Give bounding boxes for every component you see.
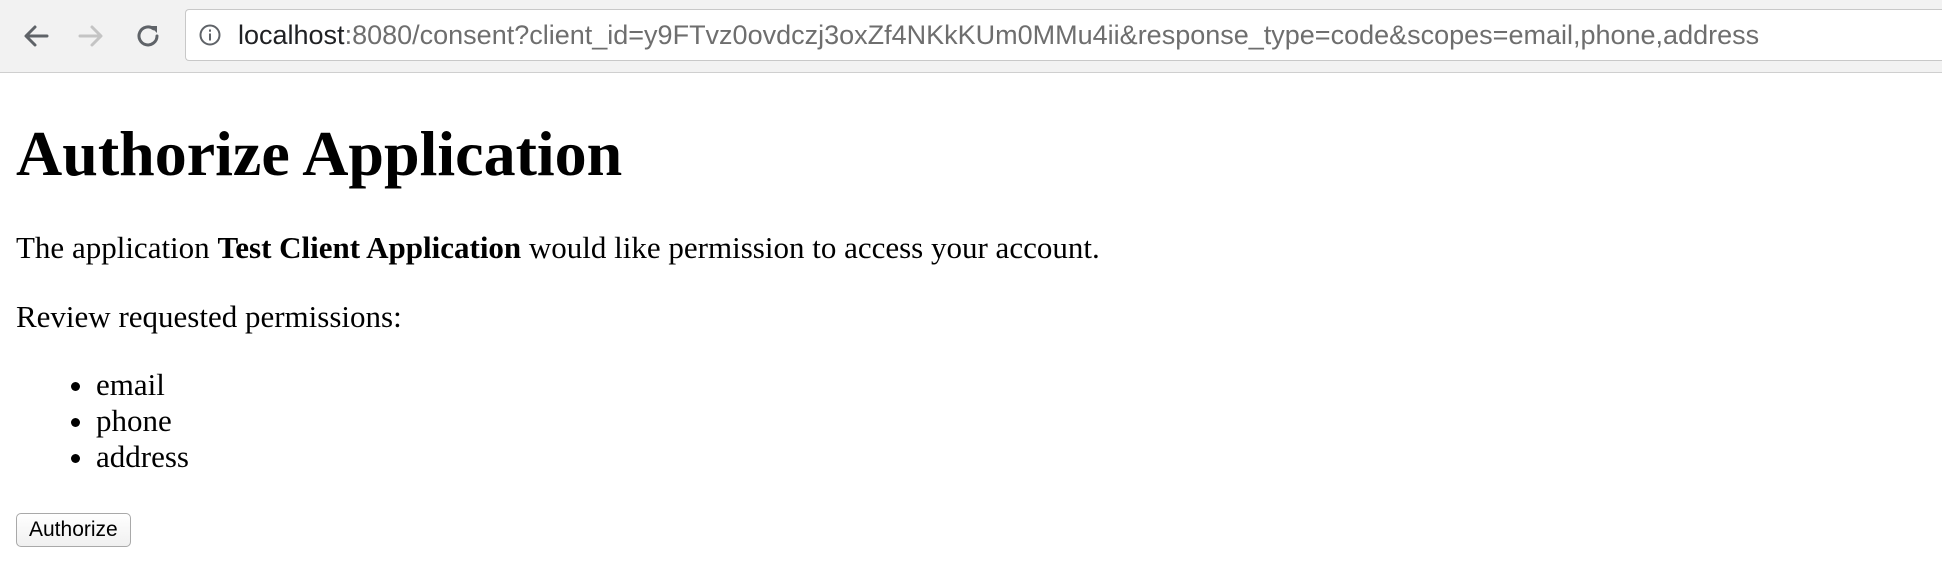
reload-button[interactable]: [129, 17, 167, 55]
url-host: localhost: [238, 20, 345, 50]
permission-item: phone: [96, 403, 189, 439]
permission-item: email: [96, 367, 189, 403]
page-title: Authorize Application: [16, 118, 623, 189]
forward-button[interactable]: [72, 17, 110, 55]
app-name: Test Client Application: [217, 230, 522, 265]
intro-prefix: The application: [16, 230, 218, 265]
permission-list: email phone address: [16, 367, 189, 475]
arrow-left-icon: [24, 25, 49, 47]
review-label: Review requested permissions:: [16, 299, 402, 334]
info-circle-icon[interactable]: [199, 24, 221, 46]
authorize-button[interactable]: Authorize: [16, 513, 131, 547]
permission-item: address: [96, 439, 189, 475]
url-text[interactable]: localhost:8080/consent?client_id=y9FTvz0…: [238, 19, 1759, 51]
intro-suffix: would like permission to access your acc…: [521, 230, 1100, 265]
address-bar[interactable]: localhost:8080/consent?client_id=y9FTvz0…: [185, 9, 1942, 61]
browser-toolbar: localhost:8080/consent?client_id=y9FTvz0…: [0, 0, 1942, 73]
consent-message: The application Test Client Application …: [16, 230, 1100, 266]
back-button[interactable]: [17, 17, 55, 55]
reload-icon: [137, 25, 159, 47]
arrow-right-icon: [78, 25, 103, 47]
url-path: :8080/consent?client_id=y9FTvz0ovdczj3ox…: [344, 20, 1760, 50]
